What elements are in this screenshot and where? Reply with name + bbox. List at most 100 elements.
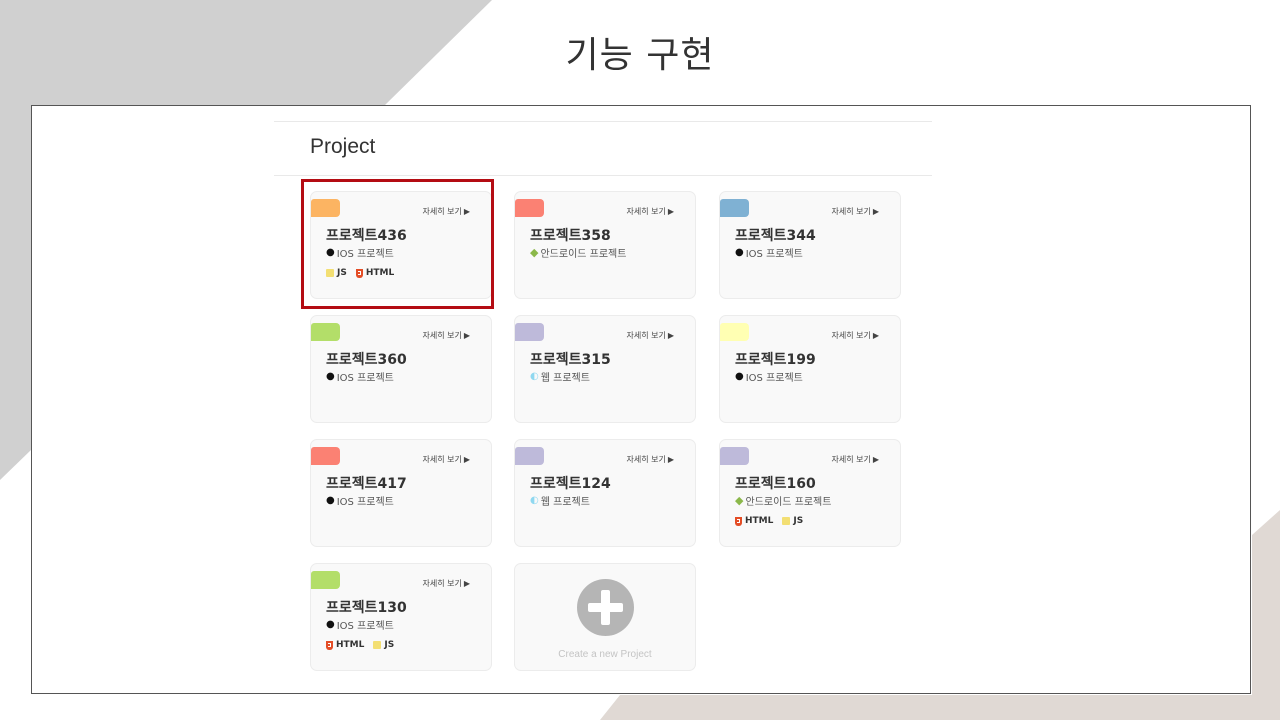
html5-icon xyxy=(735,516,742,526)
play-arrow-icon: ▶ xyxy=(463,331,470,340)
tech-stack: HTML JS xyxy=(326,640,403,650)
project-card[interactable]: 자세히 보기 ▶ 프로젝트124 ◐ 웹 프로젝트 xyxy=(514,439,696,547)
color-tag xyxy=(311,323,340,341)
platform-label: IOS 프로젝트 xyxy=(745,373,803,384)
project-name: 프로젝트358 xyxy=(530,228,611,244)
color-tag xyxy=(515,199,544,217)
project-card[interactable]: 자세히 보기 ▶ 프로젝트417 ● IOS 프로젝트 xyxy=(310,439,492,547)
project-name: 프로젝트417 xyxy=(326,476,407,492)
project-name: 프로젝트130 xyxy=(326,600,407,616)
platform-label: IOS 프로젝트 xyxy=(336,497,394,508)
view-details-link[interactable]: 자세히 보기 ▶ xyxy=(832,206,880,217)
project-list-screenshot: Project 자세히 보기 ▶ 프로젝트436 ● IOS 프로젝트 JS HTML 자세히… xyxy=(31,105,1251,694)
apple-icon: ● xyxy=(326,618,335,630)
project-card[interactable]: 자세히 보기 ▶ 프로젝트360 ● IOS 프로젝트 xyxy=(310,315,492,423)
color-tag xyxy=(720,447,749,465)
play-arrow-icon: ▶ xyxy=(667,455,674,464)
android-icon: ◆ xyxy=(530,245,539,259)
apple-icon: ● xyxy=(735,246,744,258)
tech-label: JS xyxy=(384,640,395,650)
project-card[interactable]: 자세히 보기 ▶ 프로젝트130 ● IOS 프로젝트 HTML JS xyxy=(310,563,492,671)
apple-icon: ● xyxy=(735,370,744,382)
project-name: 프로젝트360 xyxy=(326,352,407,368)
android-icon: ◆ xyxy=(735,493,744,507)
project-card[interactable]: 자세히 보기 ▶ 프로젝트344 ● IOS 프로젝트 xyxy=(719,191,901,299)
view-details-link[interactable]: 자세히 보기 ▶ xyxy=(832,330,880,341)
view-details-link[interactable]: 자세히 보기 ▶ xyxy=(423,330,471,341)
project-name: 프로젝트344 xyxy=(735,228,816,244)
project-card[interactable]: 자세히 보기 ▶ 프로젝트199 ● IOS 프로젝트 xyxy=(719,315,901,423)
tech-badge: JS xyxy=(373,640,394,650)
js-icon xyxy=(782,517,791,525)
play-arrow-icon: ▶ xyxy=(463,455,470,464)
platform-label: IOS 프로젝트 xyxy=(336,621,394,632)
project-platform: ● IOS 프로젝트 xyxy=(735,245,803,260)
play-arrow-icon: ▶ xyxy=(872,455,879,464)
play-arrow-icon: ▶ xyxy=(667,207,674,216)
color-tag xyxy=(720,199,749,217)
platform-label: 안드로이드 프로젝트 xyxy=(540,249,627,260)
project-name: 프로젝트315 xyxy=(530,352,611,368)
section-title: Project xyxy=(310,135,376,158)
project-card[interactable]: 자세히 보기 ▶ 프로젝트358 ◆ 안드로이드 프로젝트 xyxy=(514,191,696,299)
view-details-label: 자세히 보기 xyxy=(626,207,666,216)
project-card[interactable]: 자세히 보기 ▶ 프로젝트160 ◆ 안드로이드 프로젝트 HTML JS xyxy=(719,439,901,547)
project-platform: ◆ 안드로이드 프로젝트 xyxy=(735,493,832,509)
web-icon: ◐ xyxy=(530,494,539,506)
tech-badge: HTML xyxy=(326,640,364,650)
view-details-link[interactable]: 자세히 보기 ▶ xyxy=(832,454,880,465)
platform-label: IOS 프로젝트 xyxy=(336,373,394,384)
color-tag xyxy=(311,571,340,589)
project-platform: ● IOS 프로젝트 xyxy=(326,369,394,384)
tech-label: HTML xyxy=(336,640,365,650)
view-details-link[interactable]: 자세히 보기 ▶ xyxy=(627,206,675,217)
platform-label: 안드로이드 프로젝트 xyxy=(745,497,832,508)
create-project-label: Create a new Project xyxy=(558,649,652,660)
view-details-label: 자세히 보기 xyxy=(831,331,871,340)
selection-highlight xyxy=(301,179,494,309)
create-project-card[interactable]: Create a new Project xyxy=(514,563,696,671)
platform-label: 웹 프로젝트 xyxy=(540,373,590,384)
project-name: 프로젝트199 xyxy=(735,352,816,368)
view-details-label: 자세히 보기 xyxy=(626,331,666,340)
view-details-link[interactable]: 자세히 보기 ▶ xyxy=(627,330,675,341)
play-arrow-icon: ▶ xyxy=(667,331,674,340)
view-details-label: 자세히 보기 xyxy=(831,207,871,216)
project-platform: ● IOS 프로젝트 xyxy=(326,493,394,508)
top-divider xyxy=(274,121,932,122)
apple-icon: ● xyxy=(326,370,335,382)
color-tag xyxy=(311,447,340,465)
plus-icon xyxy=(577,579,634,636)
view-details-label: 자세히 보기 xyxy=(422,455,462,464)
html5-icon xyxy=(326,640,333,650)
title-divider xyxy=(274,175,932,176)
play-arrow-icon: ▶ xyxy=(872,331,879,340)
project-platform: ● IOS 프로젝트 xyxy=(326,617,394,632)
tech-label: HTML xyxy=(745,516,774,526)
play-arrow-icon: ▶ xyxy=(463,579,470,588)
tech-label: JS xyxy=(793,516,804,526)
web-icon: ◐ xyxy=(530,370,539,382)
project-name: 프로젝트160 xyxy=(735,476,816,492)
view-details-label: 자세히 보기 xyxy=(831,455,871,464)
tech-stack: HTML JS xyxy=(735,516,812,526)
color-tag xyxy=(515,323,544,341)
view-details-link[interactable]: 자세히 보기 ▶ xyxy=(423,578,471,589)
tech-badge: HTML xyxy=(735,516,773,526)
project-platform: ◆ 안드로이드 프로젝트 xyxy=(530,245,627,261)
project-platform: ● IOS 프로젝트 xyxy=(735,369,803,384)
platform-label: 웹 프로젝트 xyxy=(540,497,590,508)
view-details-link[interactable]: 자세히 보기 ▶ xyxy=(627,454,675,465)
platform-label: IOS 프로젝트 xyxy=(745,249,803,260)
play-arrow-icon: ▶ xyxy=(872,207,879,216)
view-details-link[interactable]: 자세히 보기 ▶ xyxy=(423,454,471,465)
js-icon xyxy=(373,641,382,649)
view-details-label: 자세히 보기 xyxy=(422,579,462,588)
slide-title: 기능 구현 xyxy=(565,35,715,76)
color-tag xyxy=(720,323,749,341)
apple-icon: ● xyxy=(326,494,335,506)
project-platform: ◐ 웹 프로젝트 xyxy=(530,369,590,384)
project-card[interactable]: 자세히 보기 ▶ 프로젝트315 ◐ 웹 프로젝트 xyxy=(514,315,696,423)
project-platform: ◐ 웹 프로젝트 xyxy=(530,493,590,508)
tech-badge: JS xyxy=(782,516,803,526)
